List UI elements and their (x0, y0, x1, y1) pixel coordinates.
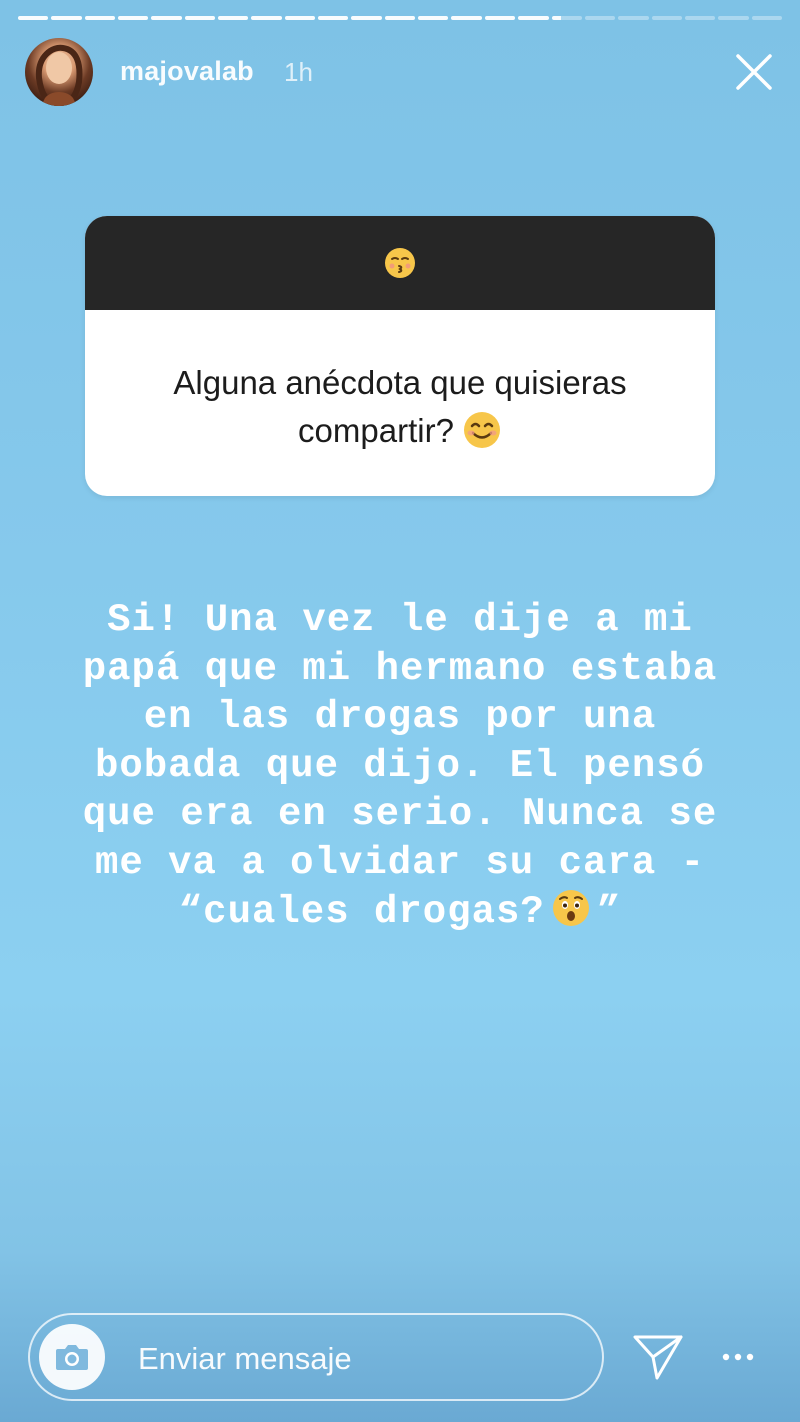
astonished-face-emoji-icon (552, 889, 589, 926)
progress-segment (384, 16, 416, 20)
reply-input[interactable]: Enviar mensaje (28, 1313, 604, 1401)
progress-segment (551, 16, 582, 20)
kissing-face-emoji-icon (385, 248, 415, 278)
more-options-button[interactable] (718, 1345, 758, 1369)
progress-segment (118, 16, 149, 20)
question-text: Alguna anécdota que quisieras compartir? (105, 359, 695, 455)
progress-segment (18, 16, 49, 20)
progress-segment (451, 16, 482, 20)
username[interactable]: majovalab (120, 56, 254, 87)
question-sticker: Alguna anécdota que quisieras compartir? (85, 216, 715, 496)
progress-segment (718, 16, 749, 20)
progress-segment (518, 16, 549, 20)
progress-segment (751, 16, 782, 20)
caption-line-4: bobada que dijo. El pensó (94, 743, 706, 788)
caption-line-5: que era en serio. Nunca se (82, 792, 718, 837)
question-line-2: compartir? (298, 412, 454, 449)
story-progress-bar (18, 16, 782, 20)
caption-line-6: me va a olvidar su cara - (94, 840, 706, 885)
caption-line-7: “cuales drogas? (178, 889, 545, 934)
caption-line-2: papá que mi hermano estaba (82, 646, 718, 691)
smiling-face-emoji-icon (463, 412, 500, 448)
progress-segment (318, 16, 349, 20)
progress-segment (484, 16, 516, 20)
post-time: 1h (284, 57, 313, 87)
camera-icon (56, 1345, 88, 1370)
question-line-2-wrap: compartir? (105, 407, 695, 455)
caption-line-3: en las drogas por una (143, 695, 657, 740)
question-sticker-header (85, 216, 715, 310)
progress-segment (351, 16, 382, 20)
progress-segment (251, 16, 282, 20)
question-line-1: Alguna anécdota que quisieras (173, 364, 627, 401)
progress-segment (184, 16, 216, 20)
progress-segment (284, 16, 316, 20)
more-options-icon (722, 1353, 754, 1361)
progress-segment (618, 16, 649, 20)
camera-button[interactable] (39, 1324, 105, 1390)
caption-line-7-end: ” (596, 889, 622, 934)
progress-segment (584, 16, 616, 20)
progress-segment (684, 16, 716, 20)
avatar-image (35, 44, 83, 106)
story-header: majovalab 1h (25, 38, 782, 108)
progress-segment (651, 16, 682, 20)
send-icon (633, 1335, 683, 1380)
progress-segment (84, 16, 116, 20)
reply-placeholder: Enviar mensaje (138, 1341, 352, 1376)
send-button[interactable] (632, 1333, 684, 1381)
avatar[interactable] (25, 38, 93, 106)
close-button[interactable] (732, 50, 776, 94)
story-caption: Si! Una vez le dije a mi papá que mi her… (40, 596, 760, 936)
close-icon (736, 54, 772, 90)
progress-segment (151, 16, 182, 20)
caption-line-1: Si! Una vez le dije a mi (107, 598, 693, 642)
caption-line-7-wrap: “cuales drogas? ” (40, 888, 760, 937)
progress-segment (218, 16, 249, 20)
progress-segment (418, 16, 449, 20)
progress-segment (51, 16, 82, 20)
